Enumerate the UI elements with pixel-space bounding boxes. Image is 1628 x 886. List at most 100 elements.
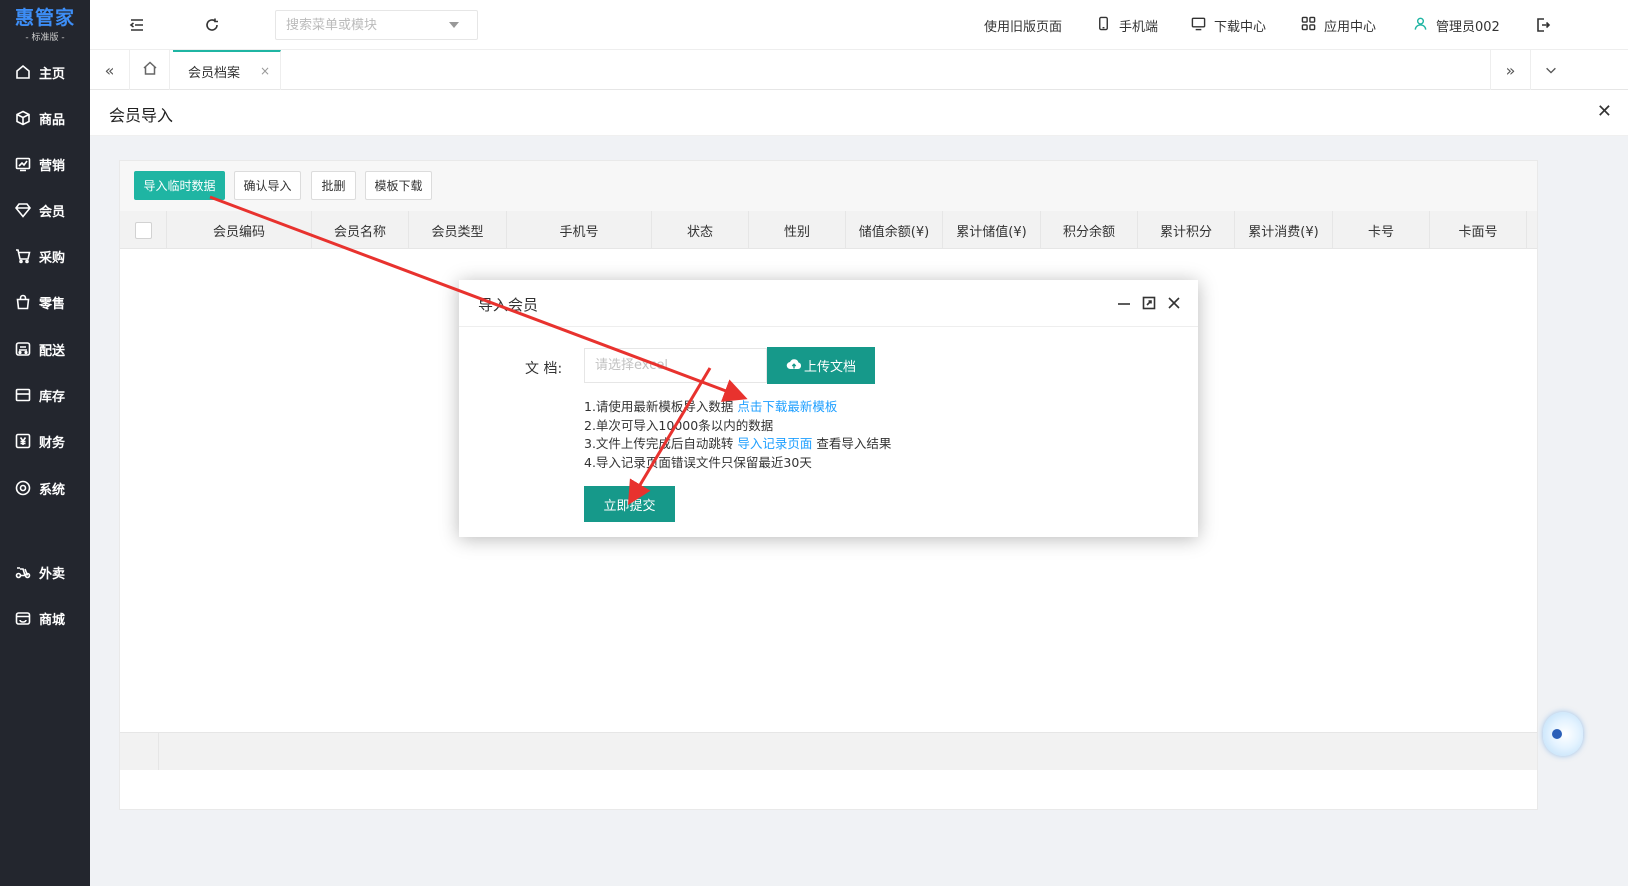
tip-line-2: 2.单次可导入10000条以内的数据	[584, 417, 774, 433]
column-header[interactable]: 会员名称	[312, 211, 409, 249]
upload-document-button[interactable]: 上传文档	[767, 347, 875, 384]
column-header[interactable]: 卡号	[1333, 211, 1430, 249]
tabbar: « 会员档案 × »	[90, 50, 1628, 90]
delivery-icon	[15, 564, 31, 580]
assistant-eye	[1552, 729, 1562, 739]
logo[interactable]: 惠管家 - 标准版 -	[0, 0, 90, 50]
logout-icon[interactable]	[1533, 15, 1553, 35]
import-temp-data-button[interactable]: 导入临时数据	[134, 171, 225, 200]
minimize-icon[interactable]	[1115, 294, 1133, 312]
tab-label: 会员档案	[188, 65, 241, 81]
import-tips: 1.请使用最新模板导入数据 点击下载最新模板 2.单次可导入10000条以内的数…	[584, 398, 891, 472]
tab-close-icon[interactable]: ×	[260, 64, 270, 78]
user-avatar-icon	[1413, 16, 1436, 35]
sidebar-item-member[interactable]: 会员	[0, 187, 90, 233]
sidebar-item-label: 营销	[39, 158, 66, 174]
sidebar-item-label: 系统	[39, 482, 66, 498]
tip-line-3: 3.文件上传完成后自动跳转 导入记录页面 查看导入结果	[584, 435, 891, 454]
column-header[interactable]: 储值余额(¥)	[846, 211, 943, 249]
import-member-dialog: 导入会员 文 档: 上传文档 1.请使用最新模板导入数据 点击下载最新模板 2.…	[459, 280, 1198, 537]
monitor-icon	[1191, 16, 1214, 35]
batch-delete-button[interactable]: 批删	[311, 171, 356, 200]
logo-subtitle: - 标准版 -	[25, 33, 65, 43]
sidebar-item-mall[interactable]: 商城	[0, 595, 90, 641]
sidebar-item-label: 库存	[39, 389, 66, 405]
select-all-cell	[120, 211, 167, 249]
excel-file-input[interactable]	[584, 348, 767, 383]
column-header[interactable]: 积分余额	[1041, 211, 1138, 249]
sidebar-item-distribution[interactable]: 配送	[0, 326, 90, 372]
upload-label: 上传文档	[803, 360, 856, 375]
close-icon[interactable]	[1165, 294, 1183, 312]
sidebar-item-retail[interactable]: 零售	[0, 279, 90, 325]
diamond-icon	[15, 202, 31, 218]
menu-search-input[interactable]	[275, 10, 478, 40]
user-menu[interactable]: 管理员002	[1413, 0, 1500, 50]
sidebar-item-home[interactable]: 主页	[0, 49, 90, 95]
select-all-checkbox[interactable]	[134, 221, 152, 239]
download-template-link[interactable]: 点击下载最新模板	[737, 399, 837, 414]
yen-icon	[15, 433, 31, 449]
settings-icon	[15, 480, 31, 496]
maximize-icon[interactable]	[1140, 294, 1158, 312]
page-header: 会员导入 ✕	[90, 90, 1628, 136]
document-field-label: 文 档:	[525, 361, 563, 377]
truck-icon	[15, 341, 31, 357]
store-icon	[15, 610, 31, 626]
dialog-title: 导入会员	[478, 296, 539, 314]
column-header[interactable]: 状态	[652, 211, 749, 249]
sidebar-item-system[interactable]: 系统	[0, 465, 90, 511]
confirm-import-button[interactable]: 确认导入	[234, 171, 301, 200]
column-header[interactable]: 性别	[749, 211, 846, 249]
sidebar-item-marketing[interactable]: 营销	[0, 141, 90, 187]
cloud-upload-icon	[786, 356, 804, 376]
cart-icon	[15, 248, 31, 264]
tab-home[interactable]	[130, 50, 170, 90]
old-page-label: 使用旧版页面	[984, 19, 1063, 35]
column-header[interactable]: 累计积分	[1138, 211, 1235, 249]
download-center-link[interactable]: 下载中心	[1191, 0, 1266, 50]
tabs-scroll-right-icon[interactable]: »	[1490, 50, 1530, 90]
chevron-down-icon[interactable]	[449, 22, 459, 28]
tabs-more-icon[interactable]	[1530, 50, 1570, 90]
refresh-icon[interactable]	[202, 15, 222, 35]
old-page-link[interactable]: 使用旧版页面	[984, 0, 1062, 50]
sidebar-item-finance[interactable]: 财务	[0, 418, 90, 464]
table-header: 会员编码 会员名称 会员类型 手机号 状态 性别 储值余额(¥) 累计储值(¥)…	[120, 211, 1537, 249]
chart-icon	[15, 156, 31, 172]
template-download-button[interactable]: 模板下载	[365, 171, 432, 200]
sidebar-item-label: 配送	[39, 343, 66, 359]
toolbar: 导入临时数据 确认导入 批删 模板下载	[120, 161, 1537, 211]
tip-line-4: 4.导入记录页面错误文件只保留最近30天	[584, 454, 812, 470]
sidebar-item-purchase[interactable]: 采购	[0, 233, 90, 279]
submit-button[interactable]: 立即提交	[584, 486, 675, 522]
home-icon	[15, 64, 31, 80]
dialog-header: 导入会员	[459, 280, 1198, 327]
bag-icon	[15, 294, 31, 310]
mobile-link[interactable]: 手机端	[1096, 0, 1158, 50]
column-header[interactable]: 累计储值(¥)	[943, 211, 1041, 249]
tab-member-archive[interactable]: 会员档案 ×	[173, 50, 281, 90]
tabs-scroll-left-icon[interactable]: «	[90, 50, 130, 90]
sidebar-item-label: 采购	[39, 250, 66, 266]
download-center-label: 下载中心	[1214, 19, 1267, 35]
sidebar-item-label: 商品	[39, 112, 66, 128]
sidebar-item-label: 会员	[39, 204, 66, 220]
sidebar-item-goods[interactable]: 商品	[0, 95, 90, 141]
tip-text: 3.文件上传完成后自动跳转	[584, 436, 734, 451]
column-header[interactable]: 手机号	[507, 211, 652, 249]
column-header[interactable]: 会员编码	[167, 211, 312, 249]
app-center-link[interactable]: 应用中心	[1301, 0, 1376, 50]
column-header[interactable]: 卡面号	[1430, 211, 1527, 249]
page-close-icon[interactable]: ✕	[1597, 101, 1612, 122]
footer-cell	[120, 733, 159, 770]
import-record-link[interactable]: 导入记录页面	[737, 436, 812, 451]
sidebar-item-inventory[interactable]: 库存	[0, 372, 90, 418]
sidebar-item-label: 财务	[39, 435, 66, 451]
sidebar-item-takeaway[interactable]: 外卖	[0, 549, 90, 595]
app-center-label: 应用中心	[1324, 19, 1377, 35]
menu-collapse-icon[interactable]	[127, 15, 147, 35]
column-header[interactable]: 累计消费(¥)	[1235, 211, 1333, 249]
column-header[interactable]: 会员类型	[409, 211, 507, 249]
assistant-float-icon[interactable]	[1543, 712, 1583, 756]
